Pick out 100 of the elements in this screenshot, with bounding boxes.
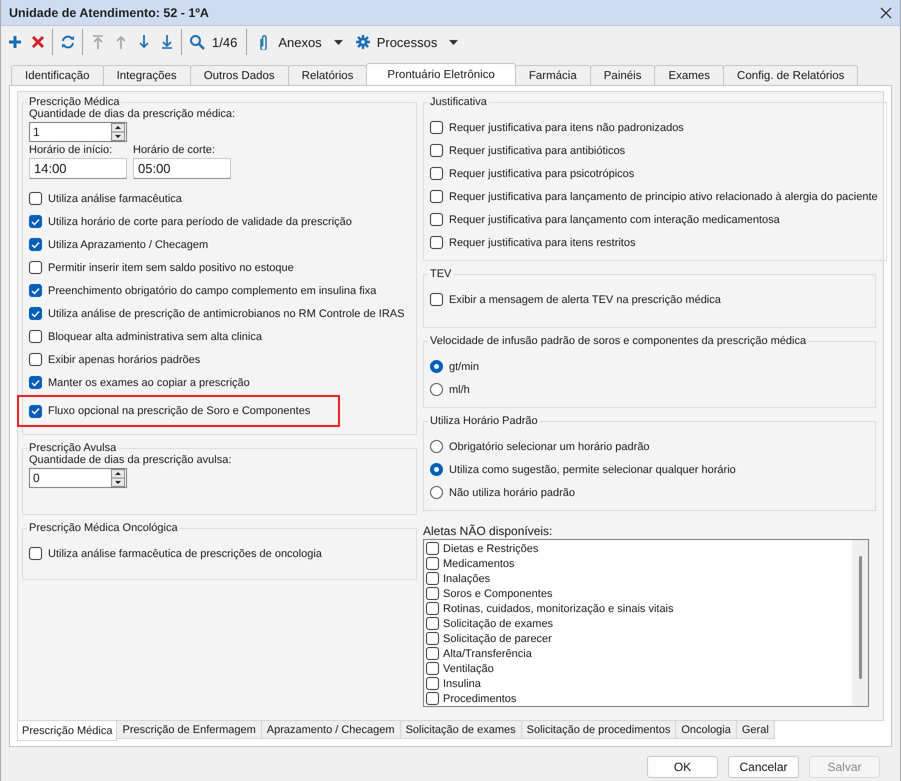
checkbox-label[interactable]: Rotinas, cuidados, monitorização e sinais vitais <box>443 602 674 614</box>
time-field[interactable]: 05:00 <box>133 158 231 179</box>
checkbox[interactable] <box>426 602 439 615</box>
checkbox-label[interactable]: Exibir apenas horários padrões <box>48 354 200 366</box>
checkbox[interactable] <box>430 213 443 226</box>
radio-label[interactable]: Obrigatório selecionar um horário padrão <box>449 440 650 452</box>
checkbox[interactable] <box>426 662 439 675</box>
tab[interactable]: Prontuário Eletrônico <box>366 63 516 85</box>
checkbox[interactable] <box>426 542 439 555</box>
checkbox-label[interactable]: Utiliza análise farmacêutica <box>48 192 182 204</box>
checkbox-label[interactable]: Manter os exames ao copiar a prescrição <box>48 376 250 388</box>
tab[interactable]: Solicitação de exames <box>400 721 522 739</box>
checkbox-label[interactable]: Insulina <box>443 678 481 690</box>
time-field[interactable]: 14:00 <box>29 158 127 179</box>
checkbox-label[interactable]: Requer justificativa para itens restritos <box>449 236 636 248</box>
radio-label[interactable]: ml/h <box>449 384 470 396</box>
radio-button[interactable] <box>430 360 443 373</box>
tab[interactable]: Config. de Relatórios <box>723 65 858 85</box>
checkbox-label[interactable]: Alta/Transferência <box>443 648 532 660</box>
refresh-icon[interactable] <box>60 34 76 50</box>
checkbox-label[interactable]: Soros e Componentes <box>443 588 552 600</box>
group-title: TEV <box>429 268 452 280</box>
radio-label[interactable]: Utiliza como sugestão, permite selecionar qualquer horário <box>449 464 736 476</box>
radio-button[interactable] <box>430 383 443 396</box>
menu-button[interactable]: Anexos <box>250 34 349 50</box>
checkbox[interactable] <box>29 284 42 297</box>
tab[interactable]: Solicitação de procedimentos <box>520 721 676 739</box>
tab[interactable]: Identificação <box>11 65 104 85</box>
checkbox[interactable] <box>426 632 439 645</box>
checkbox[interactable] <box>430 190 443 203</box>
checkbox-label[interactable]: Requer justificativa para lançamento de principio ativo relacionado à alergia do paciente <box>449 190 878 202</box>
add-icon[interactable] <box>6 34 22 50</box>
checkbox[interactable] <box>426 692 439 705</box>
checkbox[interactable] <box>426 617 439 630</box>
checkbox-label[interactable]: Exibir a mensagem de alerta TEV na prescrição médica <box>449 294 721 306</box>
checkbox-label[interactable]: Utiliza análise de prescrição de antimicrobianos no RM Controle de IRAS <box>48 308 404 320</box>
group-title: Justificativa <box>429 96 488 108</box>
checkbox-label[interactable]: Utiliza análise farmacêutica de prescrições de oncologia <box>48 548 322 560</box>
checkbox-label[interactable]: Utiliza Aprazamento / Checagem <box>48 238 208 250</box>
checkbox[interactable] <box>29 215 42 228</box>
scrollbar[interactable] <box>852 540 868 706</box>
checkbox[interactable] <box>430 293 443 306</box>
tab[interactable]: Prescrição Médica <box>17 721 118 741</box>
checkbox[interactable] <box>29 307 42 320</box>
checkbox[interactable] <box>430 236 443 249</box>
group-title: Velocidade de infusão padrão de soros e componentes da prescrição médica <box>429 335 808 347</box>
checkbox[interactable] <box>29 353 42 366</box>
tab[interactable]: Aprazamento / Checagem <box>260 721 401 739</box>
checkbox-label[interactable]: Procedimentos <box>443 692 516 704</box>
checkbox-label[interactable]: Permitir inserir item sem saldo positivo no estoque <box>48 262 294 274</box>
checkbox[interactable] <box>29 238 42 251</box>
checkbox[interactable] <box>426 557 439 570</box>
menu-button[interactable]: Processos <box>348 34 464 50</box>
checkbox-label[interactable]: Dietas e Restrições <box>443 542 538 554</box>
checkbox-label[interactable]: Solicitação de parecer <box>443 632 552 644</box>
radio-button[interactable] <box>430 486 443 499</box>
spinner-arrows-icon[interactable] <box>111 123 125 141</box>
checkbox-label[interactable]: Requer justificativa para antibióticos <box>449 144 626 156</box>
checkbox[interactable] <box>430 144 443 157</box>
checkbox[interactable] <box>430 167 443 180</box>
checkbox-label[interactable]: Ventilação <box>443 662 494 674</box>
close-icon[interactable] <box>880 6 892 18</box>
checkbox-label[interactable]: Fluxo opcional na prescrição de Soro e Componentes <box>48 405 310 417</box>
radio-label[interactable]: Não utiliza horário padrão <box>449 486 575 498</box>
dialog-button[interactable]: OK <box>647 756 718 778</box>
field-label: Horário de início: <box>29 144 114 156</box>
tab[interactable]: Prescrição de Enfermagem <box>116 721 262 739</box>
checkbox-label[interactable]: Requer justificativa para itens não padronizados <box>449 122 684 134</box>
checkbox[interactable] <box>29 376 42 389</box>
radio-label[interactable]: gt/min <box>449 360 479 372</box>
checkbox[interactable] <box>426 572 439 585</box>
checkbox-label[interactable]: Preenchimento obrigatório do campo complemento em insulina fixa <box>48 284 376 296</box>
checkbox[interactable] <box>29 261 42 274</box>
record-counter: 1/46 <box>212 34 238 50</box>
checkbox-label[interactable]: Requer justificativa para psicotrópicos <box>449 168 634 180</box>
radio-button[interactable] <box>430 463 443 476</box>
tab[interactable]: Geral <box>736 721 775 739</box>
checkbox-label[interactable]: Solicitação de exames <box>443 618 554 630</box>
checkbox-label[interactable]: Inalações <box>443 572 490 584</box>
search-icon[interactable] <box>188 34 204 50</box>
tab[interactable]: Oncologia <box>675 721 737 739</box>
delete-icon[interactable] <box>30 34 46 50</box>
checkbox[interactable] <box>29 547 42 560</box>
field-label: Horário de corte: <box>133 144 216 156</box>
checkbox-label[interactable]: Requer justificativa para lançamento com interação medicamentosa <box>449 214 780 226</box>
checkbox[interactable] <box>29 330 42 343</box>
checkbox-label[interactable]: Medicamentos <box>443 558 515 570</box>
field-label: Quantidade de dias da prescrição médica: <box>29 108 236 120</box>
gear-icon <box>354 34 371 50</box>
dialog-button[interactable]: Cancelar <box>728 756 799 778</box>
spinner-arrows-icon[interactable] <box>111 469 125 487</box>
checkbox[interactable] <box>426 677 439 690</box>
checkbox[interactable] <box>29 404 42 418</box>
checkbox[interactable] <box>426 587 439 600</box>
checkbox-label[interactable]: Utiliza horário de corte para período de validade da prescrição <box>48 216 352 228</box>
radio-button[interactable] <box>430 440 443 453</box>
checkbox-label[interactable]: Bloquear alta administrativa sem alta clinica <box>48 330 262 342</box>
checkbox[interactable] <box>29 192 42 205</box>
checkbox[interactable] <box>426 647 439 660</box>
checkbox[interactable] <box>430 121 443 134</box>
